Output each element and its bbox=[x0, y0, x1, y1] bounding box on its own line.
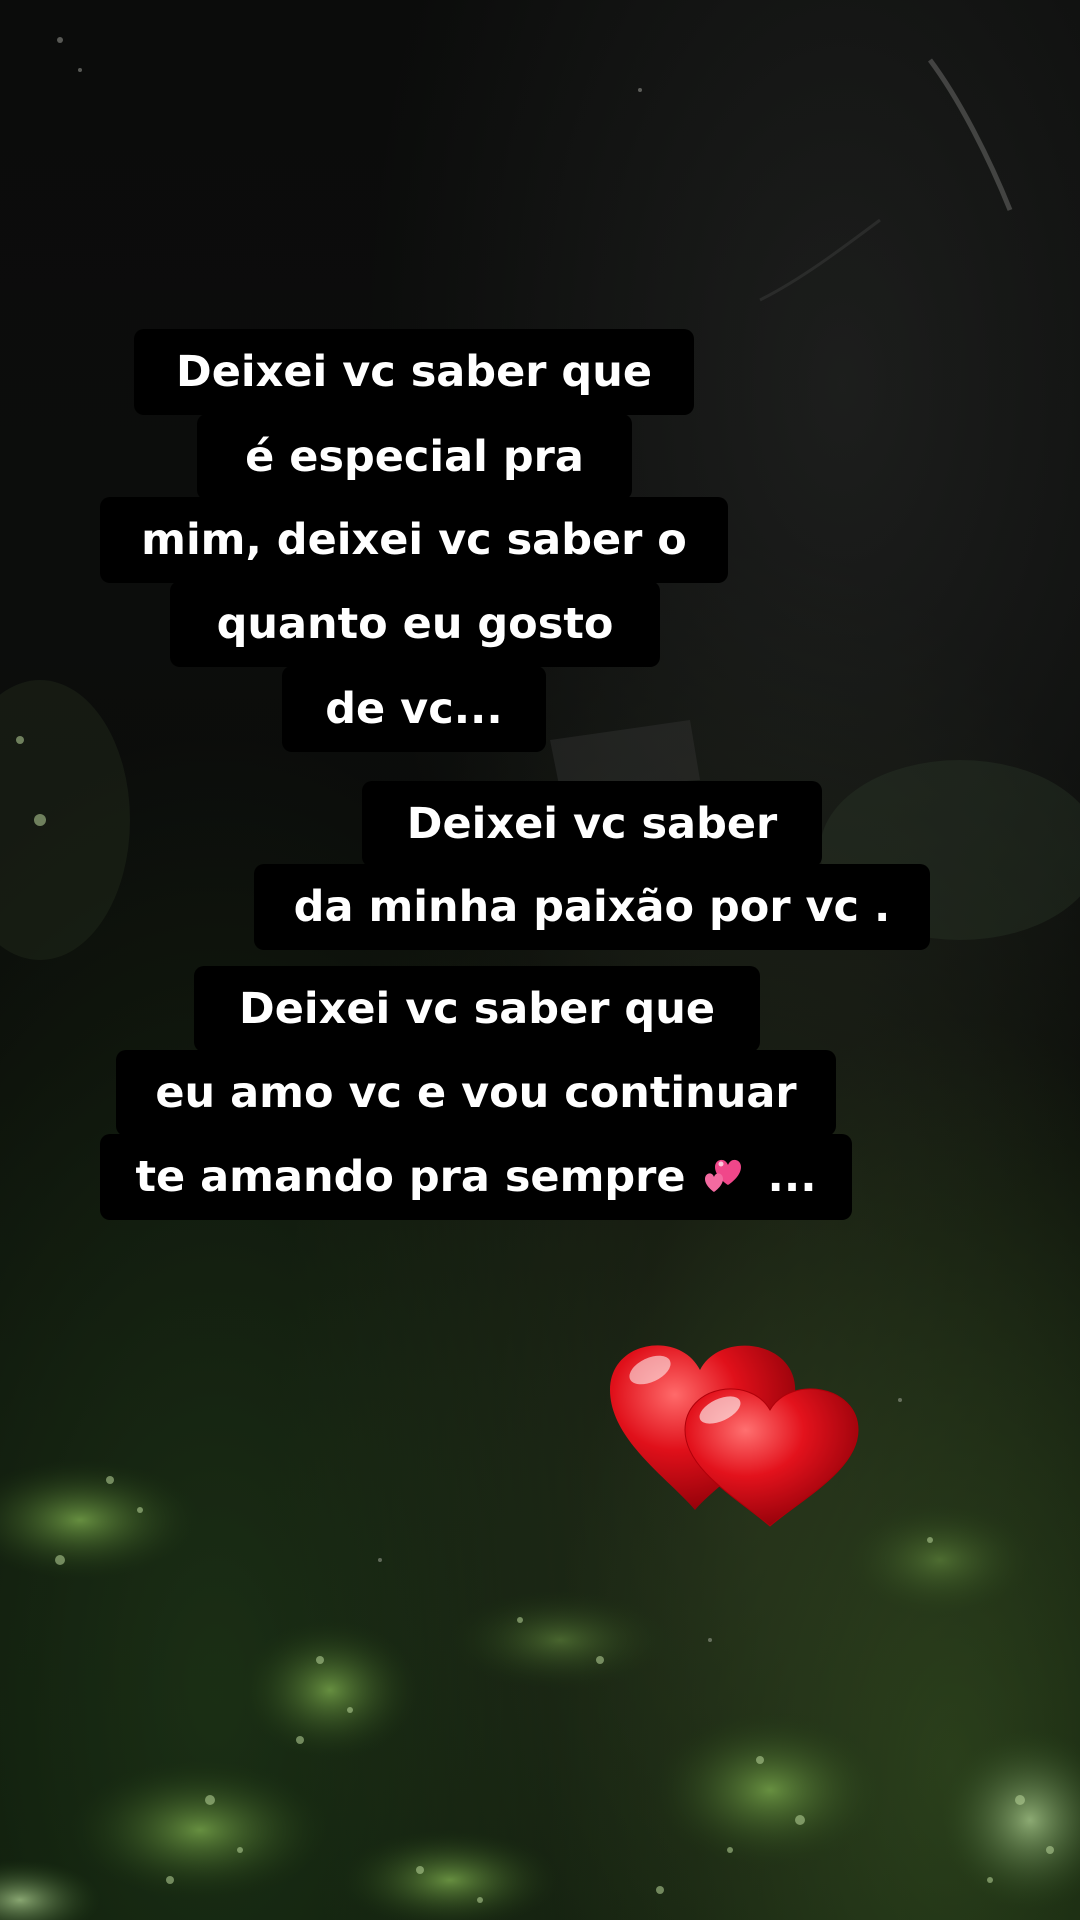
caption-ellipsis: ... bbox=[767, 1152, 817, 1202]
caption-line: de vc... bbox=[282, 666, 546, 752]
night-foliage-background: Deixei vc saber que é especial pra mim, … bbox=[0, 0, 1080, 1920]
caption-text: Deixei vc saber que bbox=[239, 984, 715, 1034]
two-hearts-icon bbox=[701, 1140, 753, 1192]
caption-line: da minha paixão por vc . bbox=[254, 864, 930, 950]
two-red-hearts-icon bbox=[610, 1345, 859, 1527]
caption-text: Deixei vc saber bbox=[406, 799, 778, 849]
caption-text: quanto eu gosto bbox=[216, 599, 614, 649]
caption-line: mim, deixei vc saber o bbox=[100, 497, 728, 583]
caption-line: eu amo vc e vou continuar bbox=[116, 1050, 836, 1136]
caption-line: é especial pra bbox=[197, 414, 632, 500]
caption-line: Deixei vc saber que bbox=[194, 966, 760, 1052]
foliage-texture bbox=[0, 37, 1080, 1920]
caption-line: te amando pra sempre ... bbox=[100, 1134, 852, 1220]
caption-text: é especial pra bbox=[245, 432, 584, 482]
caption-text: Deixei vc saber que bbox=[176, 347, 652, 397]
caption-text: da minha paixão por vc . bbox=[293, 882, 891, 932]
caption-text: eu amo vc e vou continuar bbox=[155, 1068, 797, 1118]
caption-line: Deixei vc saber bbox=[362, 781, 822, 867]
caption-line: Deixei vc saber que bbox=[134, 329, 694, 415]
caption-text: mim, deixei vc saber o bbox=[141, 515, 687, 565]
caption-line: quanto eu gosto bbox=[170, 581, 660, 667]
caption-text: de vc... bbox=[325, 684, 503, 734]
caption-text: te amando pra sempre bbox=[135, 1152, 686, 1202]
